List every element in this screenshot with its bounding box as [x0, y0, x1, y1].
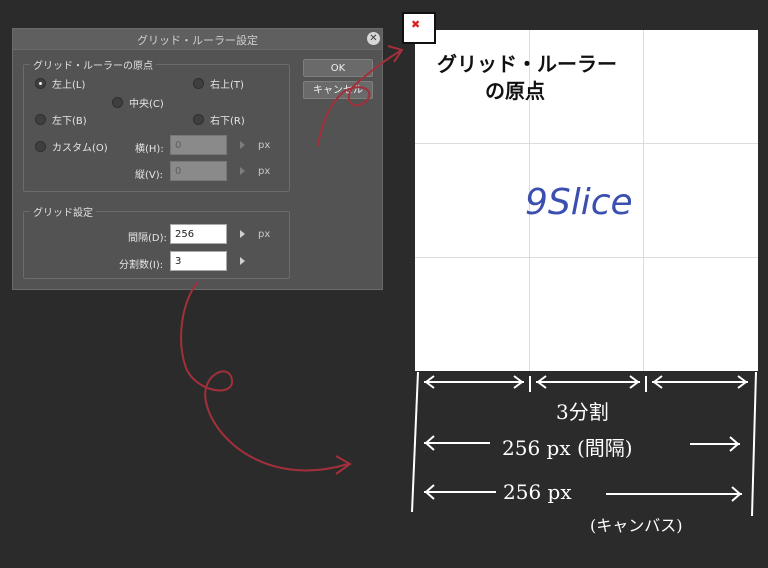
canvas-arrow-right	[606, 486, 742, 502]
red-arrow-to-origin	[317, 49, 403, 147]
division-arrow-1	[424, 375, 524, 389]
red-arrow-to-notes	[180, 281, 349, 472]
bracket-left	[411, 371, 419, 513]
interval-arrow-left	[424, 435, 490, 451]
division-arrow-3	[652, 375, 748, 389]
bracket-right	[751, 371, 757, 517]
division-arrow-2	[536, 375, 640, 389]
interval-arrow-right	[690, 436, 740, 452]
canvas-arrow-left	[424, 484, 496, 500]
annotation-strokes	[180, 45, 757, 517]
